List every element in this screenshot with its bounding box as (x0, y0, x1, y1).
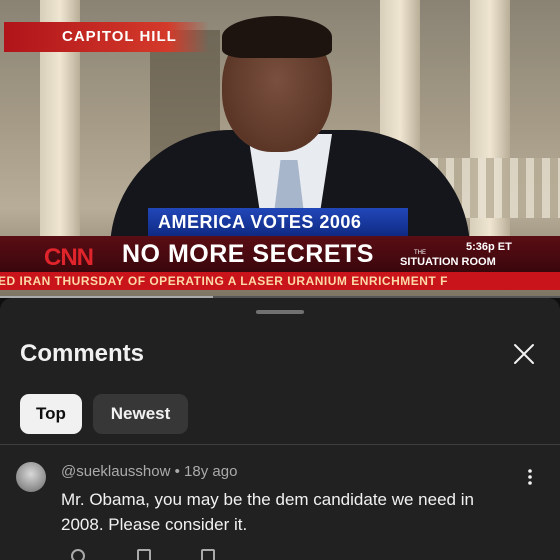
comment-age: 18y ago (184, 463, 238, 480)
close-icon[interactable] (510, 340, 538, 368)
dislike-icon[interactable] (137, 549, 151, 560)
broadcast-time: 5:36p ET (466, 241, 512, 253)
like-icon[interactable] (71, 549, 85, 560)
election-banner: AMERICA VOTES 2006 (148, 208, 408, 236)
video-player[interactable]: CAPITOL HILL AMERICA VOTES 2006 CNN NO M… (0, 0, 560, 298)
more-options-icon[interactable] (518, 467, 542, 487)
meta-separator: • (174, 463, 185, 480)
comment-text: Mr. Obama, you may be the dem candidate … (61, 490, 474, 534)
location-tag: CAPITOL HILL (4, 22, 209, 52)
drag-handle[interactable] (256, 310, 304, 314)
ticker-text: ED IRAN THURSDAY OF OPERATING A LASER UR… (0, 274, 448, 288)
hair-shape (222, 16, 332, 58)
filter-chip-top[interactable]: Top (20, 394, 82, 434)
reply-icon[interactable] (201, 549, 215, 560)
location-tag-text: CAPITOL HILL (62, 28, 177, 45)
comment-author[interactable]: @sueklausshow (61, 463, 170, 480)
comment-actions (61, 549, 261, 560)
comments-sheet: Comments Top Newest @sueklausshow • 18y … (0, 298, 560, 560)
network-logo: CNN (44, 244, 94, 271)
headline-text: NO MORE SECRETS (122, 240, 374, 268)
news-ticker: ED IRAN THURSDAY OF OPERATING A LASER UR… (0, 272, 560, 290)
election-banner-text: AMERICA VOTES 2006 (158, 212, 362, 232)
avatar[interactable] (16, 462, 46, 492)
comment-item: @sueklausshow • 18y ago Mr. Obama, you m… (0, 445, 560, 560)
comment-meta: @sueklausshow • 18y ago (61, 463, 237, 480)
panel-title: Comments (20, 340, 145, 367)
filter-chip-newest[interactable]: Newest (93, 394, 188, 434)
program-name: SITUATION ROOM (400, 256, 496, 268)
